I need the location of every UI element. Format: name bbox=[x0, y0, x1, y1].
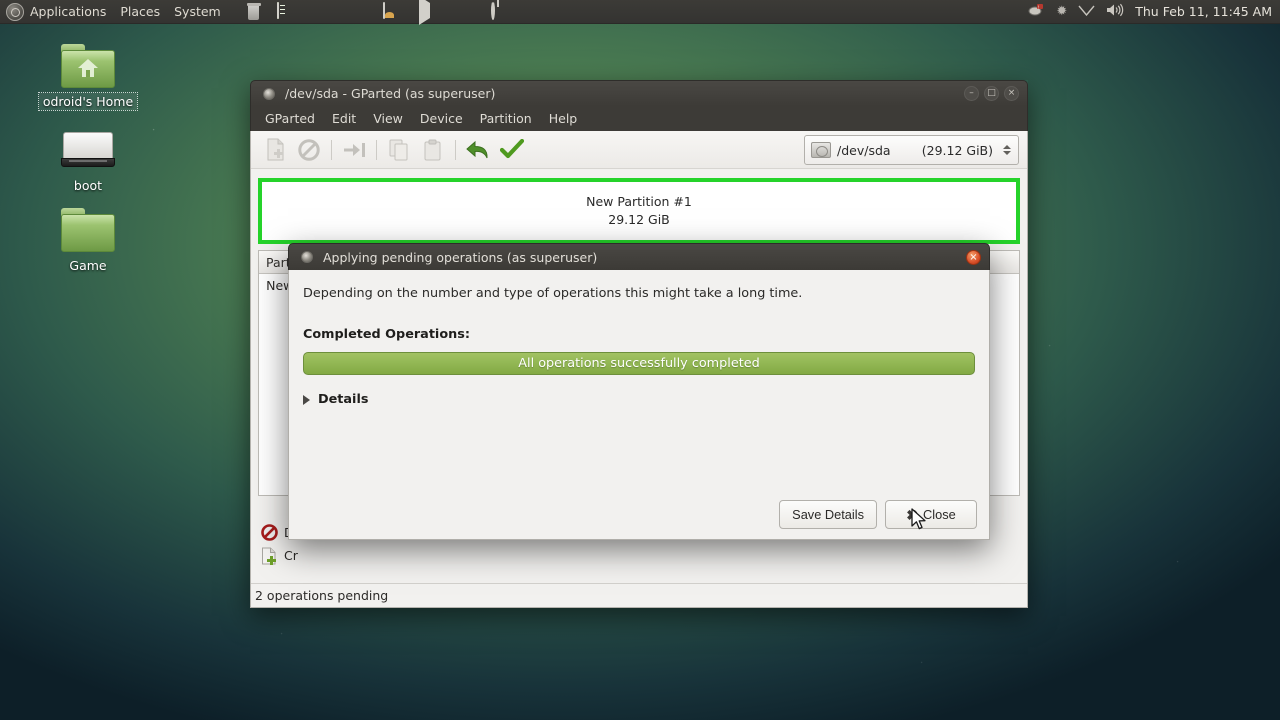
applying-operations-dialog: Applying pending operations (as superuse… bbox=[288, 243, 990, 540]
top-panel: Applications Places System ! ✹ Thu Feb 1… bbox=[0, 0, 1280, 25]
dialog-close-icon[interactable]: × bbox=[966, 250, 981, 265]
copy-button[interactable] bbox=[383, 135, 415, 165]
play-icon[interactable] bbox=[418, 0, 437, 25]
bluetooth-icon[interactable]: ✹ bbox=[1056, 5, 1067, 18]
disk-map-partition[interactable]: New Partition #1 29.12 GiB bbox=[262, 182, 1016, 240]
house-glyph bbox=[78, 59, 98, 77]
menu-places[interactable]: Places bbox=[120, 4, 160, 19]
screenshot-icon[interactable] bbox=[382, 1, 401, 21]
trash-icon[interactable] bbox=[246, 2, 265, 21]
device-name: /dev/sda bbox=[837, 142, 891, 158]
menu-partition[interactable]: Partition bbox=[472, 108, 540, 129]
device-size: (29.12 GiB) bbox=[921, 142, 993, 158]
panel-launchers bbox=[246, 1, 295, 21]
dialog-app-icon bbox=[301, 251, 313, 263]
chevron-right-icon bbox=[303, 394, 310, 405]
save-details-label: Save Details bbox=[792, 507, 864, 522]
panel-menubar: Applications Places System bbox=[30, 4, 221, 19]
menu-view[interactable]: View bbox=[365, 108, 411, 129]
menu-help[interactable]: Help bbox=[541, 108, 586, 129]
gparted-app-icon bbox=[263, 87, 275, 100]
details-expander[interactable]: Details bbox=[303, 392, 975, 407]
disk-map[interactable]: New Partition #1 29.12 GiB bbox=[258, 178, 1020, 244]
menu-system[interactable]: System bbox=[174, 4, 221, 19]
stop-icon[interactable] bbox=[455, 3, 473, 21]
gparted-menubar: GParted Edit View Device Partition Help bbox=[250, 106, 1028, 131]
device-spinner-icon[interactable] bbox=[1003, 145, 1012, 155]
close-button[interactable]: ✖ Close bbox=[885, 500, 977, 529]
paste-button[interactable] bbox=[417, 135, 449, 165]
details-label: Details bbox=[318, 392, 369, 407]
progress-bar: All operations successfully completed bbox=[303, 352, 975, 375]
save-details-button[interactable]: Save Details bbox=[779, 500, 877, 529]
clock[interactable]: Thu Feb 11, 11:45 AM bbox=[1135, 4, 1272, 19]
svg-text:!: ! bbox=[1038, 5, 1039, 10]
menu-device[interactable]: Device bbox=[412, 108, 471, 129]
terminal-icon[interactable] bbox=[276, 1, 295, 21]
dialog-body: Depending on the number and type of oper… bbox=[288, 270, 990, 540]
status-text: 2 operations pending bbox=[255, 588, 389, 603]
apply-button[interactable] bbox=[496, 135, 528, 165]
delete-partition-button[interactable] bbox=[293, 135, 325, 165]
toolbar-separator bbox=[376, 139, 377, 160]
desktop-icon-label: boot bbox=[73, 178, 103, 193]
gparted-titlebar[interactable]: /dev/sda - GParted (as superuser) – □ × bbox=[250, 80, 1028, 106]
close-x-icon: ✖ bbox=[906, 506, 918, 523]
gparted-toolbar: /dev/sda (29.12 GiB) bbox=[251, 131, 1027, 169]
create-operation-icon bbox=[261, 547, 278, 565]
panel-tray: ! ✹ Thu Feb 11, 11:45 AM bbox=[1028, 3, 1272, 20]
wifi-icon[interactable] bbox=[1078, 4, 1095, 19]
gparted-window-title: /dev/sda - GParted (as superuser) bbox=[285, 86, 496, 101]
hard-disk-icon bbox=[811, 142, 831, 158]
toolbar-separator bbox=[331, 139, 332, 160]
desktop-icon-boot[interactable]: boot bbox=[28, 128, 148, 194]
network-icon[interactable]: ! bbox=[1028, 3, 1045, 20]
operation-label: Cr bbox=[284, 548, 298, 563]
toolbar-separator bbox=[455, 139, 456, 160]
desktop-icon-label: Game bbox=[69, 258, 107, 273]
power-icon[interactable] bbox=[490, 0, 509, 21]
drive-icon bbox=[61, 128, 115, 172]
dialog-title: Applying pending operations (as superuse… bbox=[323, 249, 598, 265]
menu-applications[interactable]: Applications bbox=[30, 4, 106, 19]
maximize-button[interactable]: □ bbox=[984, 86, 999, 101]
dialog-buttons: Save Details ✖ Close bbox=[779, 500, 977, 529]
ubuntu-logo-icon[interactable] bbox=[6, 3, 24, 21]
status-bar: 2 operations pending bbox=[251, 583, 1027, 607]
new-partition-button[interactable] bbox=[259, 135, 291, 165]
folder-icon bbox=[61, 208, 115, 252]
volume-icon[interactable] bbox=[1106, 3, 1124, 20]
list-item[interactable]: Cr bbox=[258, 544, 1020, 567]
completed-operations-label: Completed Operations: bbox=[303, 327, 470, 342]
dialog-description: Depending on the number and type of oper… bbox=[303, 286, 803, 301]
window-controls: – □ × bbox=[964, 86, 1019, 101]
device-selector[interactable]: /dev/sda (29.12 GiB) bbox=[804, 135, 1019, 165]
menu-edit[interactable]: Edit bbox=[324, 108, 364, 129]
dialog-titlebar[interactable]: Applying pending operations (as superuse… bbox=[288, 243, 990, 270]
resize-move-button[interactable] bbox=[338, 135, 370, 165]
close-label: Close bbox=[923, 507, 956, 522]
panel-indicators bbox=[382, 0, 509, 25]
menu-gparted[interactable]: GParted bbox=[257, 108, 323, 129]
delete-operation-icon bbox=[261, 524, 278, 541]
undo-button[interactable] bbox=[462, 135, 494, 165]
disk-map-partition-name: New Partition #1 bbox=[586, 193, 692, 209]
minimize-button[interactable]: – bbox=[964, 86, 979, 101]
home-folder-icon bbox=[61, 44, 115, 88]
disk-map-partition-size: 29.12 GiB bbox=[608, 212, 670, 227]
progress-bar-text: All operations successfully completed bbox=[518, 356, 760, 371]
desktop-icon-game[interactable]: Game bbox=[28, 208, 148, 274]
desktop-icon-label: odroid's Home bbox=[37, 92, 139, 111]
close-button[interactable]: × bbox=[1004, 86, 1019, 101]
desktop-icon-home[interactable]: odroid's Home bbox=[28, 44, 148, 111]
